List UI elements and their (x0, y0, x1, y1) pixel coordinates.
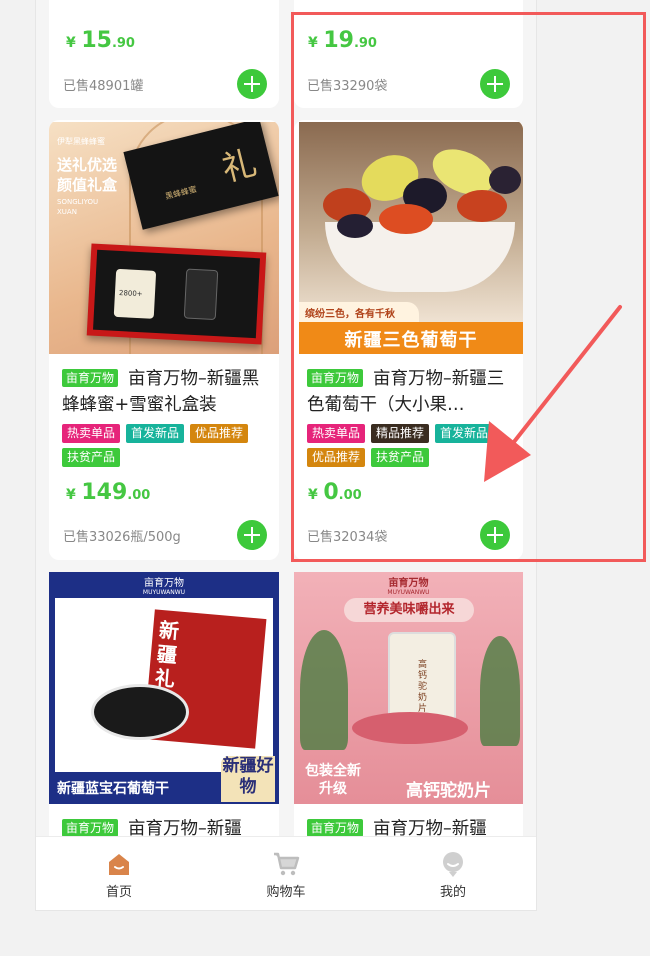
brand-logo: 亩育万物 MUYUWANWU (142, 578, 186, 596)
raisin-bowl (91, 684, 189, 740)
bottom-nav: 首页 购物车 我的 (36, 836, 536, 910)
product-title[interactable]: 亩育万物 亩育万物–新疆黑蜂蜂蜜+雪蜜礼盒装 (62, 366, 272, 418)
tag-list: 热卖单品 首发新品 优品推荐 扶贫产品 (62, 424, 277, 467)
sold-count: 已售33026瓶/500g (63, 530, 181, 545)
home-icon (109, 854, 129, 875)
image-text: 包装全新升级 (305, 763, 361, 797)
product-price: ¥ 149.00 (66, 480, 151, 505)
brand-badge: 亩育万物 (307, 819, 364, 837)
image-text: SONGLIYOU (57, 198, 99, 206)
product-card[interactable]: 亩育万物 MUYUWANWU 新疆礼 新疆蓝宝石葡萄干 新疆好物 亩育万物 亩育万… (49, 572, 279, 852)
add-to-cart-button[interactable] (237, 69, 267, 99)
plant-right (480, 636, 520, 746)
cart-icon (274, 852, 300, 876)
image-text: 颜值礼盒 (57, 176, 118, 194)
product-card[interactable]: 伊犁黑蜂蜂蜜 送礼优选 颜值礼盒 SONGLIYOU XUAN 礼 黑蜂蜂蜜 2… (49, 120, 279, 560)
product-jar: 高钙驼奶片 (388, 632, 456, 722)
add-to-cart-button[interactable] (237, 520, 267, 550)
image-text: 伊犁黑蜂蜂蜜 (57, 137, 105, 146)
brand-badge: 亩育万物 (62, 369, 119, 387)
nav-label: 我的 (439, 885, 466, 900)
nav-label: 购物车 (266, 885, 306, 900)
plant-left (300, 630, 348, 750)
nav-profile[interactable]: 我的 (403, 837, 503, 910)
stage-podium (352, 712, 468, 744)
tag: 扶贫产品 (62, 448, 121, 467)
nav-cart[interactable]: 购物车 (236, 837, 336, 910)
tag: 首发新品 (126, 424, 185, 443)
image-text: XUAN (57, 208, 77, 216)
highlight-box (291, 12, 646, 562)
product-price: ¥ 15.90 (66, 28, 135, 53)
tag: 热卖单品 (62, 424, 121, 443)
image-caption: 新疆蓝宝石葡萄干 (57, 781, 169, 797)
image-banner: 营养美味嚼出来 (344, 598, 474, 622)
nav-home[interactable]: 首页 (69, 837, 169, 910)
product-image[interactable]: 亩育万物 MUYUWANWU 新疆礼 新疆蓝宝石葡萄干 新疆好物 (49, 572, 279, 804)
nav-label: 首页 (105, 885, 132, 900)
product-card[interactable]: 亩育万物 MUYUWANWU 营养美味嚼出来 高钙驼奶片 包装全新升级 高钙驼奶… (294, 572, 523, 852)
gift-box-tray: 2800+ (86, 243, 267, 345)
product-card[interactable]: ¥ 15.90 已售48901罐 (49, 0, 279, 108)
image-badge: 新疆好物 (221, 756, 275, 802)
brand-logo: 亩育万物 MUYUWANWU (387, 578, 430, 596)
image-text: 高钙驼奶片 (406, 781, 491, 801)
image-text: 送礼优选 (57, 156, 118, 174)
product-image[interactable]: 亩育万物 MUYUWANWU 营养美味嚼出来 高钙驼奶片 包装全新升级 高钙驼奶… (294, 572, 523, 804)
product-image[interactable]: 伊犁黑蜂蜂蜜 送礼优选 颜值礼盒 SONGLIYOU XUAN 礼 黑蜂蜂蜜 2… (49, 122, 279, 354)
sold-count: 已售48901罐 (63, 79, 144, 94)
brand-badge: 亩育万物 (62, 819, 119, 837)
profile-icon (443, 852, 463, 877)
tag: 优品推荐 (190, 424, 249, 443)
